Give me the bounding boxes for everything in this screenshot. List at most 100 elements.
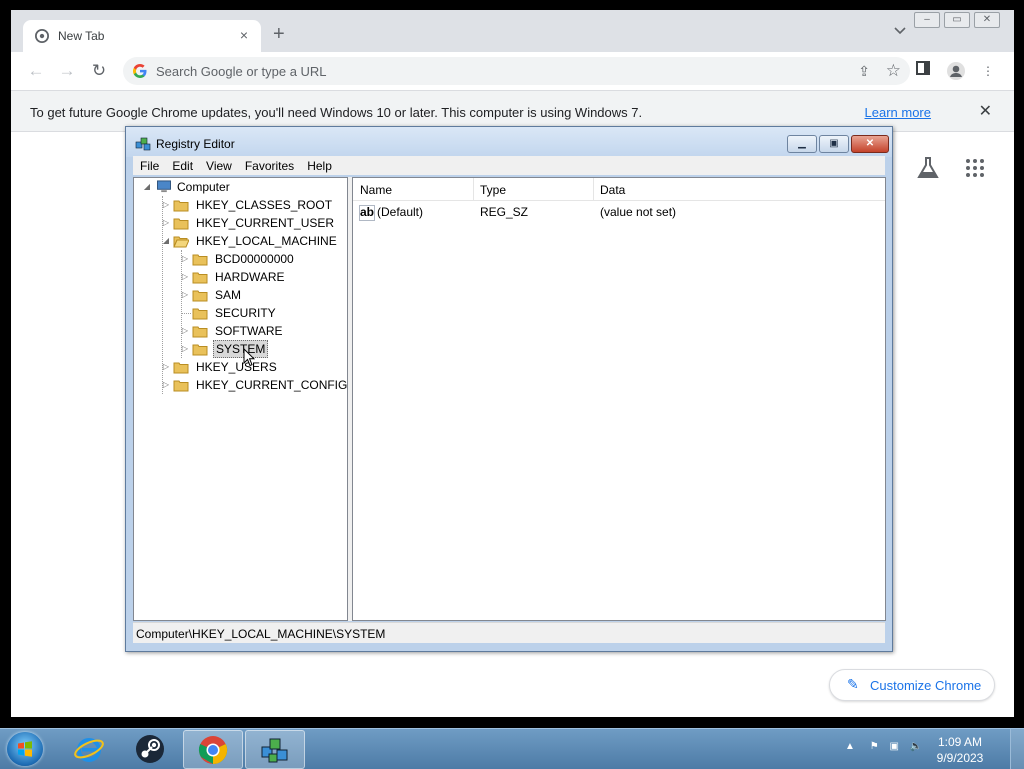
column-header-data[interactable]: Data (600, 183, 625, 197)
computer-icon (157, 180, 171, 193)
system-tray: ▲ ⚑ ▣ 🔈 (845, 741, 922, 752)
folder-open-icon (173, 236, 189, 248)
windows-taskbar: ▲ ⚑ ▣ 🔈 1:09 AM 9/9/2023 (0, 728, 1024, 769)
customize-chrome-label: Customize Chrome (870, 678, 982, 693)
expand-arrow-icon[interactable]: ▷ (180, 286, 190, 304)
folder-icon (173, 362, 189, 374)
column-header-name[interactable]: Name (360, 183, 392, 197)
reload-icon[interactable]: ↻ (89, 61, 109, 81)
show-desktop-button[interactable] (1010, 729, 1024, 769)
expand-arrow-icon[interactable]: ▷ (161, 376, 171, 394)
regedit-close-button[interactable]: ✕ (851, 135, 889, 153)
tab-new-tab[interactable]: New Tab × (23, 20, 261, 52)
expand-arrow-icon[interactable]: ▷ (161, 214, 171, 232)
action-center-flag-icon[interactable]: ⚑ (870, 741, 879, 752)
folder-icon (173, 380, 189, 392)
string-value-ab-icon: ab (359, 205, 375, 221)
taskbar-registry-editor[interactable] (245, 730, 305, 769)
maximize-button[interactable]: ▭ (944, 12, 970, 28)
registry-tree-pane[interactable]: ◢ Computer ▷ HKEY_CLASSES_ROOT ▷ HKEY_CU… (133, 177, 348, 621)
customize-chrome-button[interactable]: ✎ Customize Chrome (829, 669, 995, 701)
taskbar-steam[interactable] (121, 730, 179, 767)
forward-arrow-icon[interactable]: → (57, 61, 77, 81)
address-bar[interactable]: Search Google or type a URL ⇪ ☆ (123, 57, 910, 85)
tab-title: New Tab (58, 29, 105, 43)
taskbar-chrome[interactable] (183, 730, 243, 769)
tab-strip: New Tab × + – ▭ ✕ (11, 10, 1014, 52)
internet-explorer-icon (74, 738, 104, 762)
show-hidden-icons-arrow-icon[interactable]: ▲ (845, 741, 855, 752)
labs-flask-icon[interactable] (917, 156, 939, 180)
google-g-icon (133, 64, 147, 78)
regedit-minimize-button[interactable]: ▁ (787, 135, 817, 153)
collapse-arrow-icon[interactable]: ◢ (161, 232, 171, 250)
folder-icon (192, 272, 208, 284)
values-header: Name Type Data (353, 178, 885, 201)
folder-icon (192, 344, 208, 356)
google-apps-grid-icon[interactable] (966, 159, 984, 177)
new-tab-button[interactable]: + (273, 24, 285, 44)
folder-icon (192, 308, 208, 320)
bookmark-star-icon[interactable]: ☆ (886, 61, 901, 81)
menu-favorites[interactable]: Favorites (238, 156, 300, 173)
start-button[interactable] (7, 732, 43, 766)
column-divider[interactable] (473, 178, 474, 200)
minimize-button[interactable]: – (914, 12, 940, 28)
taskbar-internet-explorer[interactable] (60, 730, 118, 767)
regedit-statusbar: Computer\HKEY_LOCAL_MACHINE\SYSTEM (133, 622, 885, 643)
collapse-arrow-icon[interactable]: ◢ (142, 178, 152, 196)
tab-close-button[interactable]: × (235, 26, 253, 44)
registry-values-pane[interactable]: Name Type Data ab (Default) REG_SZ (valu… (352, 177, 886, 621)
network-icon[interactable]: ▣ (889, 741, 898, 752)
folder-icon (192, 290, 208, 302)
regedit-title: Registry Editor (156, 137, 235, 151)
tab-search-chevron-icon[interactable] (894, 24, 906, 38)
column-header-type[interactable]: Type (480, 183, 506, 197)
regedit-titlebar[interactable]: Registry Editor ▁ ▣ ✕ (126, 127, 892, 157)
menu-help[interactable]: Help (300, 156, 338, 173)
tree-line (181, 313, 191, 314)
chrome-window-controls: – ▭ ✕ (910, 11, 1000, 28)
menu-file[interactable]: File (133, 156, 165, 173)
chrome-favicon-icon (35, 29, 49, 43)
back-arrow-icon[interactable]: ← (26, 61, 46, 81)
folder-icon (173, 200, 189, 212)
profile-avatar-icon[interactable] (946, 61, 966, 81)
registry-editor-window: Registry Editor ▁ ▣ ✕ File Edit View Favorite… (125, 126, 893, 652)
expand-arrow-icon[interactable]: ▷ (180, 322, 190, 340)
pencil-icon: ✎ (847, 676, 859, 692)
menu-edit[interactable]: Edit (165, 156, 199, 173)
regedit-maximize-button[interactable]: ▣ (819, 135, 849, 153)
status-path: Computer\HKEY_LOCAL_MACHINE\SYSTEM (136, 627, 386, 641)
close-window-button[interactable]: ✕ (974, 12, 1000, 28)
expand-arrow-icon[interactable]: ▷ (161, 358, 171, 376)
mouse-cursor-icon (243, 348, 255, 367)
value-data: (value not set) (600, 205, 677, 219)
folder-icon (173, 218, 189, 230)
chrome-menu-icon[interactable]: ⋮ (978, 61, 998, 81)
learn-more-link[interactable]: Learn more (865, 105, 931, 120)
value-name: (Default) (377, 205, 424, 219)
menu-view[interactable]: View (199, 156, 238, 173)
regedit-window-controls: ▁ ▣ ✕ (785, 135, 889, 153)
registry-editor-icon (135, 137, 151, 151)
chrome-icon (198, 736, 228, 765)
infobar-message: To get future Google Chrome updates, you… (30, 105, 643, 120)
volume-muted-icon[interactable]: 🔈 (910, 741, 922, 752)
column-divider[interactable] (593, 178, 594, 200)
registry-editor-icon (261, 738, 288, 763)
system-clock[interactable]: 1:09 AM 9/9/2023 (930, 734, 990, 766)
folder-icon (192, 254, 208, 266)
share-icon[interactable]: ⇪ (858, 63, 870, 80)
expand-arrow-icon[interactable]: ▷ (180, 268, 190, 286)
side-panel-icon[interactable] (913, 61, 933, 81)
expand-arrow-icon[interactable]: ▷ (180, 250, 190, 268)
clock-date: 9/9/2023 (936, 751, 984, 765)
value-type: REG_SZ (480, 205, 529, 219)
regedit-menubar: File Edit View Favorites Help (133, 156, 885, 175)
infobar-close-button[interactable]: ✕ (979, 101, 992, 121)
folder-icon (192, 326, 208, 338)
expand-arrow-icon[interactable]: ▷ (180, 340, 190, 358)
clock-time: 1:09 AM (937, 735, 983, 749)
expand-arrow-icon[interactable]: ▷ (161, 196, 171, 214)
